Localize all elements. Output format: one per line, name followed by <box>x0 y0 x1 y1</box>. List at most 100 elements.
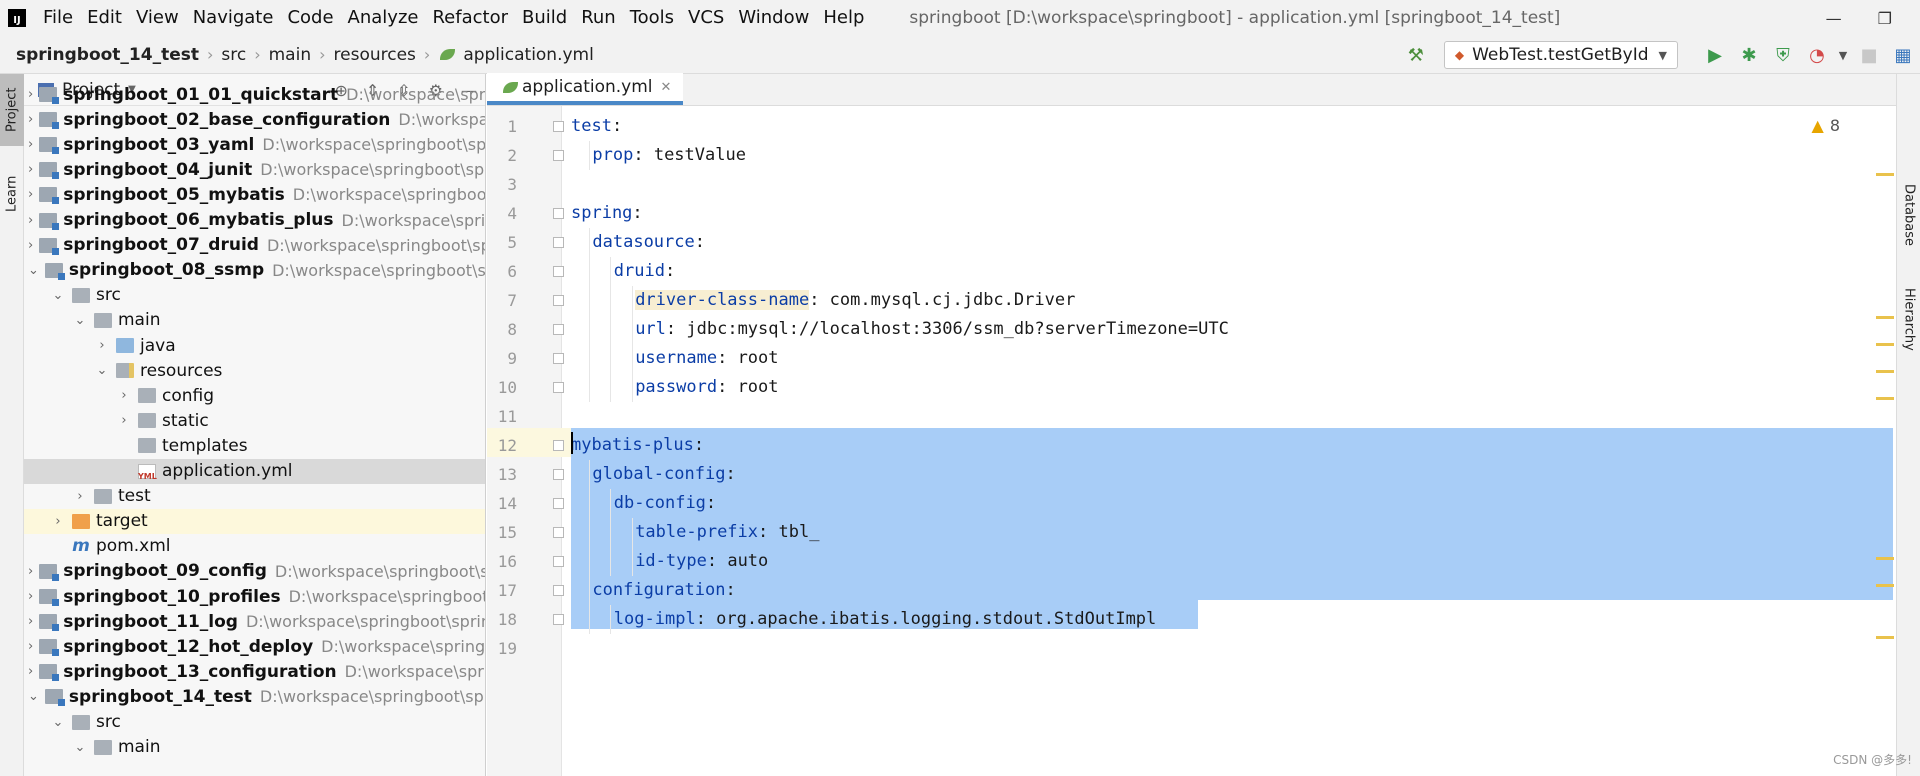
warning-stripe-mark[interactable] <box>1876 173 1894 176</box>
tree-node[interactable]: › springboot_10_profiles D:\workspace\spri… <box>24 584 485 609</box>
stop-icon[interactable]: ■ <box>1852 45 1886 66</box>
tool-tab-hierarchy[interactable]: Hierarchy <box>1897 274 1920 364</box>
menu-file[interactable]: File <box>36 0 80 36</box>
chevron-right-icon[interactable]: › <box>28 589 33 604</box>
code-line[interactable]: test: <box>571 112 622 141</box>
menu-help[interactable]: Help <box>816 0 871 36</box>
chevron-down-icon[interactable]: ⌄ <box>72 313 88 328</box>
warning-stripe-mark[interactable] <box>1876 343 1894 346</box>
tree-node[interactable]: › test <box>24 484 485 509</box>
warning-stripe-mark[interactable] <box>1876 397 1894 400</box>
breadcrumb-src[interactable]: src <box>217 45 250 65</box>
menu-code[interactable]: Code <box>280 0 340 36</box>
fold-marker-icon[interactable] <box>553 150 564 161</box>
fold-marker-icon[interactable] <box>553 237 564 248</box>
code-line[interactable]: driver-class-name: com.mysql.cj.jdbc.Dri… <box>635 286 1075 315</box>
fold-marker-icon[interactable] <box>553 382 564 393</box>
error-stripe[interactable] <box>1876 74 1894 776</box>
code-line[interactable]: datasource: <box>592 228 705 257</box>
tree-node[interactable]: ⌄ main <box>24 308 485 333</box>
chevron-right-icon[interactable]: › <box>116 388 132 403</box>
chevron-right-icon[interactable]: › <box>28 614 33 629</box>
tree-node[interactable]: › springboot_11_log D:\workspace\springboo… <box>24 609 485 634</box>
minimize-icon[interactable]: — <box>1826 9 1842 28</box>
breadcrumb-project[interactable]: springboot_14_test <box>0 45 203 65</box>
close-icon[interactable]: ✕ <box>661 80 672 95</box>
code-line[interactable]: configuration: <box>592 576 735 605</box>
chevron-down-icon[interactable]: ⌄ <box>50 288 66 303</box>
tree-node[interactable]: › springboot_03_yaml D:\workspace\springbo… <box>24 132 485 157</box>
warning-stripe-mark[interactable] <box>1876 316 1894 319</box>
tree-node[interactable]: ⌄ src <box>24 283 485 308</box>
code-line[interactable]: prop: testValue <box>592 141 746 170</box>
chevron-right-icon[interactable]: › <box>28 238 33 253</box>
chevron-right-icon[interactable]: › <box>116 413 132 428</box>
fold-marker-icon[interactable] <box>553 614 564 625</box>
coverage-shield-icon[interactable]: ⛨ <box>1766 45 1800 66</box>
chevron-right-icon[interactable]: › <box>28 162 33 177</box>
warning-stripe-mark[interactable] <box>1876 584 1894 587</box>
code-line[interactable]: username: root <box>635 344 778 373</box>
menu-run[interactable]: Run <box>574 0 623 36</box>
code-line[interactable]: db-config: <box>614 489 716 518</box>
run-configuration-select[interactable]: ◆ WebTest.testGetById ▼ <box>1443 41 1678 69</box>
project-structure-icon[interactable]: ▦ <box>1886 45 1920 66</box>
code-line[interactable]: log-impl: org.apache.ibatis.logging.stdo… <box>614 605 1156 634</box>
menu-window[interactable]: Window <box>731 0 816 36</box>
chevron-down-icon[interactable]: ⌄ <box>72 740 88 755</box>
tree-node[interactable]: › target <box>24 508 485 534</box>
editor-tab-application-yml[interactable]: application.yml ✕ <box>487 73 684 105</box>
code-line[interactable]: spring: <box>571 199 643 228</box>
restore-icon[interactable]: ❐ <box>1878 9 1892 28</box>
fold-marker-icon[interactable] <box>553 469 564 480</box>
chevron-right-icon[interactable]: › <box>28 112 33 127</box>
tree-node[interactable]: › java <box>24 333 485 358</box>
tree-node[interactable]: ›application.yml <box>24 458 485 484</box>
code-line[interactable]: url: jdbc:mysql://localhost:3306/ssm_db?… <box>635 315 1229 344</box>
menu-edit[interactable]: Edit <box>80 0 129 36</box>
tool-tab-database[interactable]: Database <box>1897 170 1920 260</box>
breadcrumb-file[interactable]: application.yml <box>459 45 598 65</box>
code-line[interactable]: druid: <box>614 257 675 286</box>
warning-stripe-mark[interactable] <box>1876 370 1894 373</box>
tree-node[interactable]: › springboot_05_mybatis D:\workspace\sprin… <box>24 182 485 207</box>
fold-marker-icon[interactable] <box>553 324 564 335</box>
breadcrumb-main[interactable]: main <box>265 45 315 65</box>
inspection-widget[interactable]: ▲ 8 <box>1812 116 1841 135</box>
chevron-down-icon[interactable]: ⌄ <box>94 363 110 378</box>
fold-marker-icon[interactable] <box>553 295 564 306</box>
breadcrumb-resources[interactable]: resources <box>330 45 420 65</box>
warning-stripe-mark[interactable] <box>1876 636 1894 639</box>
run-icon[interactable]: ▶ <box>1698 45 1732 66</box>
chevron-right-icon[interactable]: › <box>28 564 33 579</box>
tree-node[interactable]: ⌄ src <box>24 710 485 735</box>
fold-marker-icon[interactable] <box>553 498 564 509</box>
fold-marker-icon[interactable] <box>553 440 564 451</box>
build-hammer-icon[interactable]: ⚒ <box>1408 45 1424 66</box>
chevron-right-icon[interactable]: › <box>28 187 33 202</box>
warning-stripe-mark[interactable] <box>1876 557 1894 560</box>
tree-node[interactable]: › springboot_06_mybatis_plus D:\workspace\… <box>24 208 485 233</box>
tree-node[interactable]: ⌄ springboot_08_ssmp D:\workspace\springbo… <box>24 258 485 283</box>
debug-bug-icon[interactable]: ✱ <box>1732 45 1766 66</box>
menu-vcs[interactable]: VCS <box>681 0 731 36</box>
fold-marker-icon[interactable] <box>553 527 564 538</box>
menu-refactor[interactable]: Refactor <box>425 0 515 36</box>
fold-marker-icon[interactable] <box>553 556 564 567</box>
tree-node[interactable]: ›templates <box>24 433 485 458</box>
chevron-right-icon[interactable]: › <box>28 664 33 679</box>
code-line[interactable]: table-prefix: tbl_ <box>635 518 819 547</box>
menu-view[interactable]: View <box>129 0 186 36</box>
tree-node[interactable]: › springboot_13_configuration D:\workspace… <box>24 659 485 684</box>
tree-node[interactable]: › config <box>24 383 485 408</box>
chevron-down-icon[interactable]: ▼ <box>1834 49 1852 62</box>
chevron-right-icon[interactable]: › <box>28 213 33 228</box>
tree-node[interactable]: › static <box>24 408 485 433</box>
code-line[interactable]: global-config: <box>592 460 735 489</box>
chevron-down-icon[interactable]: ⌄ <box>50 715 66 730</box>
tree-node[interactable]: ⌄ resources <box>24 358 485 383</box>
tree-node[interactable]: ⌄ springboot_14_test D:\workspace\springbo… <box>24 684 485 709</box>
tree-node[interactable]: › springboot_12_hot_deploy D:\workspace\sp… <box>24 634 485 659</box>
code-line[interactable]: id-type: auto <box>635 547 768 576</box>
tree-node[interactable]: ›mpom.xml <box>24 534 485 559</box>
